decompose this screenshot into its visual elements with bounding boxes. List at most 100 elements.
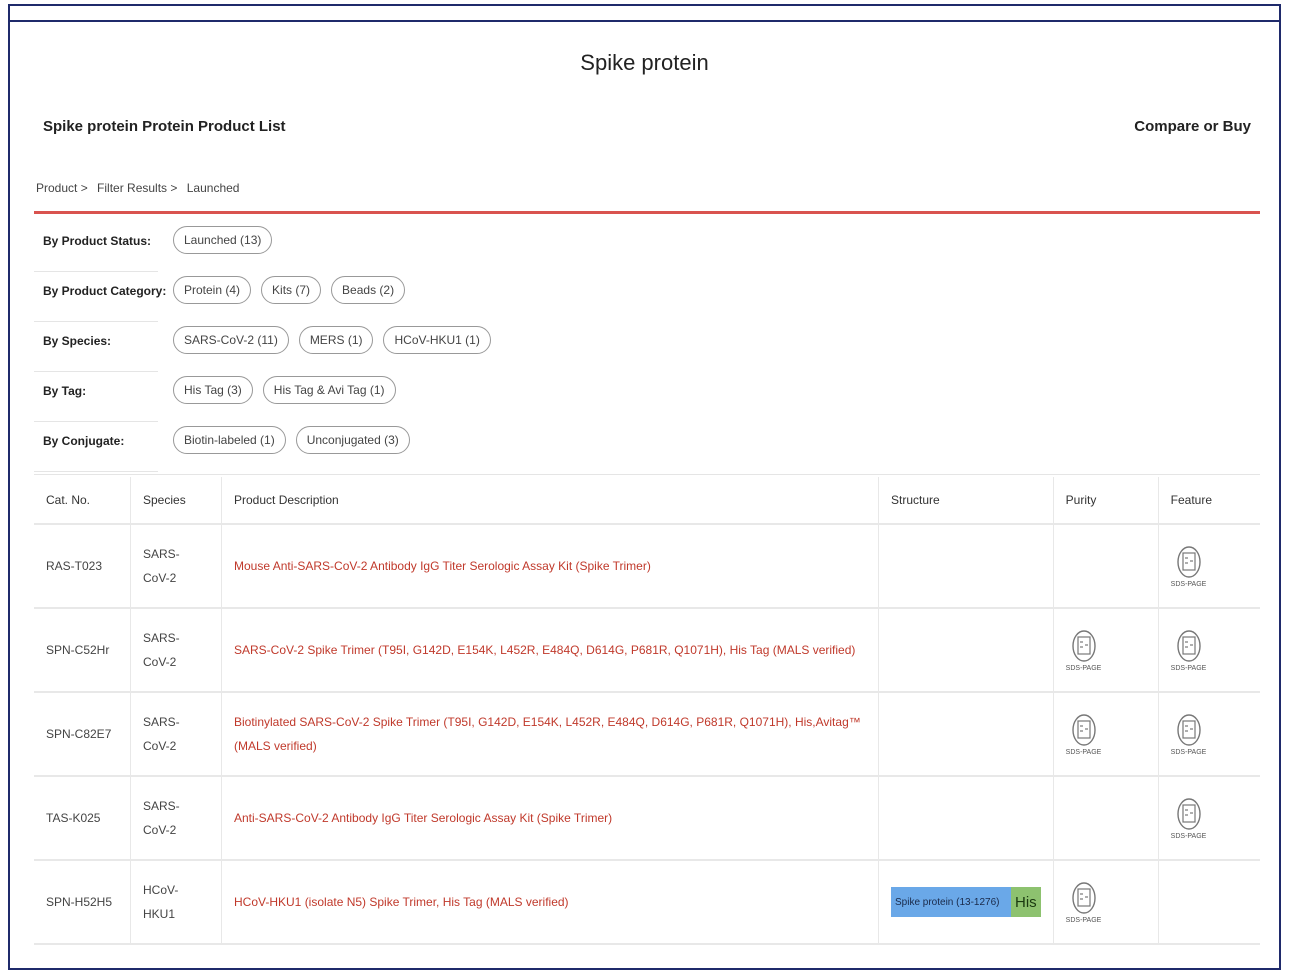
purity-sds-page-icon[interactable]: SDS-PAGE bbox=[1065, 713, 1102, 756]
feature-sds-page-icon[interactable]: SDS-PAGE bbox=[1170, 545, 1207, 588]
breadcrumb-product[interactable]: Product > bbox=[36, 181, 88, 195]
filter-row: By Product Category: Protein (4) Kits (7) B… bbox=[34, 272, 1260, 322]
filter-chip[interactable]: Biotin-labeled (1) bbox=[173, 426, 286, 454]
species-cell: SARS- CoV-2 bbox=[130, 692, 222, 777]
filter-chip[interactable]: HCoV-HKU1 (1) bbox=[383, 326, 491, 354]
filter-chip[interactable]: SARS-CoV-2 (11) bbox=[173, 326, 289, 354]
table-row: SPN-C82E7 SARS- CoV-2 Biotinylated SARS-CoV… bbox=[34, 692, 1260, 777]
gel-caption: SDS-PAGE bbox=[1170, 580, 1207, 588]
product-description-link[interactable]: Anti-SARS-CoV-2 Antibody IgG Titer Serol… bbox=[234, 806, 866, 830]
purity-cell: SDS-PAGE bbox=[1053, 692, 1159, 777]
frame-top-bar bbox=[8, 4, 1281, 22]
structure-cell bbox=[878, 776, 1054, 861]
species-line: CoV-2 bbox=[143, 823, 177, 837]
table-row: SPN-H52H5 HCoV- HKU1 HCoV-HKU1 (isolate N5)… bbox=[34, 860, 1260, 945]
table-row: RAS-T023 SARS- CoV-2 Mouse Anti-SARS-CoV-2 … bbox=[34, 524, 1260, 609]
cat-no-cell: SPN-C52Hr bbox=[34, 608, 131, 693]
gel-caption: SDS-PAGE bbox=[1065, 916, 1102, 924]
col-description: Product Description bbox=[221, 477, 879, 525]
cat-no-cell: RAS-T023 bbox=[34, 524, 131, 609]
gel-icon bbox=[1071, 881, 1096, 914]
filter-chip[interactable]: His Tag & Avi Tag (1) bbox=[262, 376, 396, 404]
species-line: HCoV- bbox=[143, 883, 179, 897]
description-cell: SARS-CoV-2 Spike Trimer (T95I, G142D, E1… bbox=[221, 608, 879, 693]
filter-chip[interactable]: Unconjugated (3) bbox=[295, 426, 410, 454]
filter-chip[interactable]: Beads (2) bbox=[331, 276, 406, 304]
purity-sds-page-icon[interactable]: SDS-PAGE bbox=[1065, 629, 1102, 672]
feature-sds-page-icon[interactable]: SDS-PAGE bbox=[1171, 629, 1206, 672]
breadcrumb-filter-results[interactable]: Filter Results > bbox=[97, 181, 177, 195]
feature-sds-page-icon[interactable]: SDS-PAGE bbox=[1171, 713, 1206, 756]
gel-caption: SDS-PAGE bbox=[1170, 832, 1207, 840]
species-cell: SARS- CoV-2 bbox=[130, 524, 222, 609]
product-description-link[interactable]: HCoV-HKU1 (isolate N5) Spike Trimer, His… bbox=[234, 890, 866, 914]
species-line: SARS- bbox=[143, 547, 180, 561]
breadcrumb-launched: Launched bbox=[186, 181, 240, 195]
gel-caption: SDS-PAGE bbox=[1065, 664, 1102, 672]
compare-or-buy-link[interactable]: Compare or Buy bbox=[1134, 118, 1251, 135]
header-divider bbox=[34, 211, 1260, 214]
filter-chip[interactable]: His Tag (3) bbox=[173, 376, 253, 404]
table-header-row: Cat. No. Species Product Description Str… bbox=[34, 477, 1260, 525]
col-purity: Purity bbox=[1053, 477, 1159, 525]
gel-icon bbox=[1176, 797, 1201, 830]
species-line: SARS- bbox=[143, 715, 180, 729]
gel-caption: SDS-PAGE bbox=[1065, 748, 1102, 756]
col-species: Species bbox=[130, 477, 222, 525]
feature-cell: SDS-PAGE bbox=[1158, 692, 1260, 777]
filter-chip[interactable]: Kits (7) bbox=[261, 276, 322, 304]
gel-icon bbox=[1071, 713, 1096, 746]
product-list-title: Spike protein Protein Product List bbox=[43, 118, 286, 135]
filter-options: Protein (4) Kits (7) Beads (2) bbox=[173, 276, 406, 304]
filter-chip[interactable]: MERS (1) bbox=[298, 326, 374, 354]
description-cell: HCoV-HKU1 (isolate N5) Spike Trimer, His… bbox=[221, 860, 879, 945]
species-cell: SARS- CoV-2 bbox=[130, 608, 222, 693]
filter-row: By Conjugate: Biotin-labeled (1) Unconjuga… bbox=[34, 422, 1260, 472]
gel-icon bbox=[1176, 629, 1201, 662]
table-row: SPN-C52Hr SARS- CoV-2 SARS-CoV-2 Spike Trim… bbox=[34, 608, 1260, 693]
feature-cell bbox=[1158, 860, 1260, 945]
species-line: HKU1 bbox=[143, 907, 176, 921]
breadcrumb: Product > Filter Results > Launched bbox=[36, 181, 245, 195]
cat-no-cell: SPN-C82E7 bbox=[34, 692, 131, 777]
product-description-link[interactable]: (MALS verified) bbox=[234, 734, 866, 758]
filter-label: By Conjugate: bbox=[43, 434, 125, 448]
gel-icon bbox=[1176, 713, 1201, 746]
filter-label: By Species: bbox=[43, 334, 112, 348]
gel-icon bbox=[1071, 629, 1096, 662]
cat-no-cell: TAS-K025 bbox=[34, 776, 131, 861]
structure-tag-segment: His bbox=[1011, 887, 1041, 917]
description-cell: Anti-SARS-CoV-2 Antibody IgG Titer Serol… bbox=[221, 776, 879, 861]
species-line: CoV-2 bbox=[143, 571, 177, 585]
filter-label: By Product Status: bbox=[43, 234, 152, 248]
filter-options: Biotin-labeled (1) Unconjugated (3) bbox=[173, 426, 410, 454]
species-line: SARS- bbox=[143, 799, 180, 813]
purity-cell bbox=[1053, 776, 1159, 861]
purity-sds-page-icon[interactable]: SDS-PAGE bbox=[1065, 881, 1102, 924]
filter-label: By Tag: bbox=[43, 384, 87, 398]
description-cell: Biotinylated SARS-CoV-2 Spike Trimer (T9… bbox=[221, 692, 879, 777]
species-cell: SARS- CoV-2 bbox=[130, 776, 222, 861]
product-description-link[interactable]: Biotinylated SARS-CoV-2 Spike Trimer (T9… bbox=[234, 710, 866, 734]
species-line: CoV-2 bbox=[143, 655, 177, 669]
purity-cell: SDS-PAGE bbox=[1053, 608, 1159, 693]
structure-protein-segment: Spike protein (13-1276) bbox=[891, 887, 1011, 917]
species-line: CoV-2 bbox=[143, 739, 177, 753]
filter-options: His Tag (3) His Tag & Avi Tag (1) bbox=[173, 376, 396, 404]
description-cell: Mouse Anti-SARS-CoV-2 Antibody IgG Titer… bbox=[221, 524, 879, 609]
table-row: TAS-K025 SARS- CoV-2 Anti-SARS-CoV-2 Antibo… bbox=[34, 776, 1260, 861]
structure-cell bbox=[878, 608, 1054, 693]
species-line: SARS- bbox=[143, 631, 180, 645]
filter-label: By Product Category: bbox=[43, 284, 167, 298]
feature-sds-page-icon[interactable]: SDS-PAGE bbox=[1170, 797, 1207, 840]
filter-row: By Tag: His Tag (3) His Tag & Avi Tag (1) bbox=[34, 372, 1260, 422]
col-cat-no: Cat. No. bbox=[34, 477, 131, 525]
filter-separator bbox=[34, 471, 158, 472]
product-description-link[interactable]: SARS-CoV-2 Spike Trimer (T95I, G142D, E1… bbox=[234, 638, 866, 662]
filter-chip[interactable]: Protein (4) bbox=[173, 276, 252, 304]
col-feature: Feature bbox=[1158, 477, 1260, 525]
filter-chip[interactable]: Launched (13) bbox=[173, 226, 273, 254]
structure-cell bbox=[878, 692, 1054, 777]
product-description-link[interactable]: Mouse Anti-SARS-CoV-2 Antibody IgG Titer… bbox=[234, 554, 866, 578]
filter-options: SARS-CoV-2 (11) MERS (1) HCoV-HKU1 (1) bbox=[173, 326, 491, 354]
